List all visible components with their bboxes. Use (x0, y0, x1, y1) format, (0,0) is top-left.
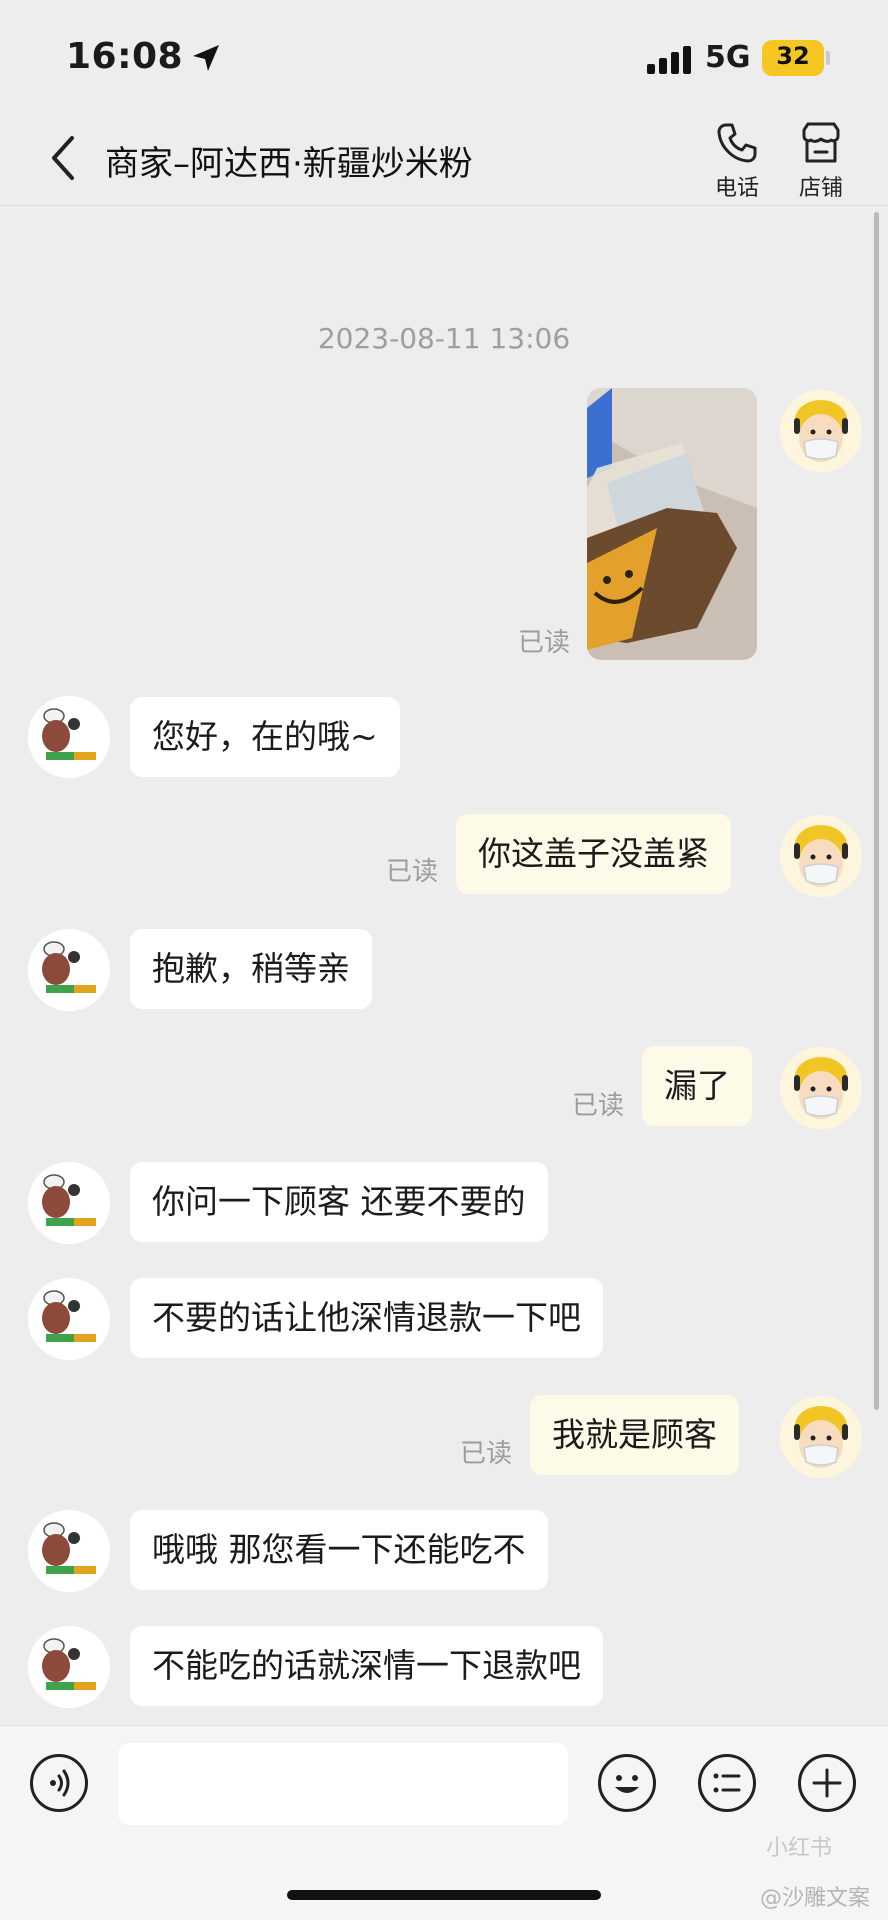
user-avatar-image (780, 1047, 862, 1129)
status-time: 16:08 (66, 36, 184, 77)
user-avatar-image (780, 1396, 862, 1478)
user-avatar-image (780, 390, 862, 472)
user-avatar[interactable] (780, 1396, 862, 1478)
network-type: 5G (705, 40, 751, 75)
plus-icon (812, 1768, 842, 1798)
emoji-icon (615, 1775, 639, 1793)
merchant-avatar-image (28, 1510, 110, 1592)
user-avatar[interactable] (780, 815, 862, 897)
message-bubble-sent[interactable]: 我就是顾客 (530, 1395, 739, 1475)
voice-button[interactable] (30, 1754, 88, 1812)
read-receipt: 已读 (386, 857, 439, 887)
user-avatar[interactable] (780, 390, 862, 472)
merchant-avatar[interactable] (28, 696, 110, 778)
store-icon (802, 122, 840, 163)
chat-header: 商家–阿达西·新疆炒米粉 电话 店铺 (0, 110, 888, 206)
message-bubble-received[interactable]: 不能吃的话就深情一下退款吧 (130, 1626, 603, 1706)
merchant-avatar-image (28, 696, 110, 778)
watermark: @沙雕文案 (760, 1886, 871, 1911)
message-bubble-received[interactable]: 哦哦 那您看一下还能吃不 (130, 1510, 548, 1590)
list-icon (713, 1773, 741, 1793)
merchant-avatar-image (28, 1626, 110, 1708)
status-bar: 16:08 5G 32 (0, 0, 888, 110)
scrollbar[interactable] (874, 212, 879, 1410)
sent-photo[interactable] (587, 388, 757, 660)
merchant-avatar[interactable] (28, 1510, 110, 1592)
merchant-avatar[interactable] (28, 1162, 110, 1244)
battery-level: 32 (776, 42, 810, 70)
store-label: 店铺 (798, 176, 843, 201)
message-bubble-sent[interactable]: 你这盖子没盖紧 (456, 814, 731, 894)
chat-title: 商家–阿达西·新疆炒米粉 (105, 144, 473, 184)
merchant-avatar-image (28, 1278, 110, 1360)
message-bubble-sent[interactable]: 漏了 (642, 1046, 752, 1126)
merchant-avatar[interactable] (28, 929, 110, 1011)
message-bubble-received[interactable]: 您好，在的哦~ (130, 697, 400, 777)
merchant-avatar[interactable] (28, 1278, 110, 1360)
home-indicator[interactable] (287, 1890, 601, 1900)
phone-icon (717, 123, 757, 163)
signal-icon (647, 46, 691, 74)
voice-icon (50, 1769, 70, 1797)
message-bubble-received[interactable]: 不要的话让他深情退款一下吧 (130, 1278, 603, 1358)
store-button[interactable]: 店铺 (786, 120, 856, 204)
plus-button[interactable] (798, 1754, 856, 1812)
message-input[interactable] (118, 1743, 568, 1825)
back-icon[interactable] (46, 132, 82, 184)
emoji-button[interactable] (598, 1754, 656, 1812)
watermark-small: 小红书 (766, 1836, 833, 1861)
phone-label: 电话 (714, 176, 759, 201)
photo-image (587, 388, 757, 660)
read-receipt: 已读 (518, 628, 571, 658)
read-receipt: 已读 (460, 1439, 513, 1469)
phone-button[interactable]: 电话 (702, 120, 772, 204)
user-avatar[interactable] (780, 1047, 862, 1129)
location-arrow-icon (193, 45, 219, 71)
message-bubble-received[interactable]: 你问一下顾客 还要不要的 (130, 1162, 548, 1242)
merchant-avatar[interactable] (28, 1626, 110, 1708)
battery-icon: 32 (762, 40, 824, 76)
chat-timestamp: 2023-08-11 13:06 (317, 322, 571, 355)
read-receipt: 已读 (572, 1091, 625, 1121)
list-button[interactable] (698, 1754, 756, 1812)
user-avatar-image (780, 815, 862, 897)
merchant-avatar-image (28, 929, 110, 1011)
message-bubble-received[interactable]: 抱歉，稍等亲 (130, 929, 372, 1009)
merchant-avatar-image (28, 1162, 110, 1244)
battery-cap (826, 51, 830, 65)
